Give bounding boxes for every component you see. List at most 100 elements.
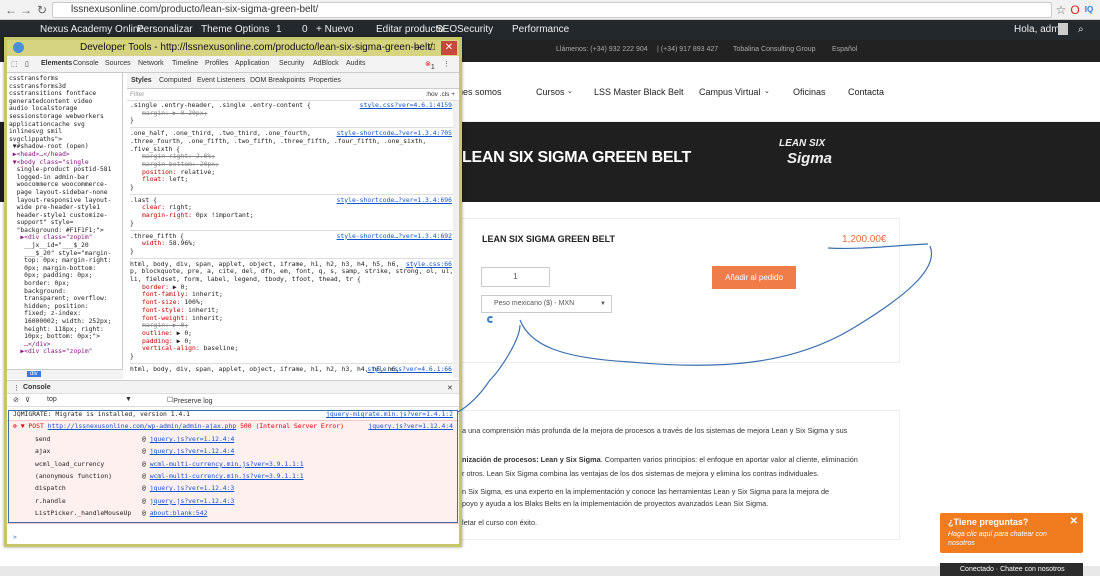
dom-node-line[interactable]: csstransforms3d <box>9 83 120 91</box>
search-icon[interactable]: ⌕ <box>1078 24 1084 35</box>
opera-icon[interactable]: O <box>1068 3 1082 17</box>
dom-node-line[interactable]: support" style= <box>9 219 120 227</box>
quantity-input[interactable]: 1 <box>481 267 550 287</box>
personalize-link[interactable]: Personalizar <box>137 24 193 35</box>
css-rule[interactable]: html, body, div, span, applet, object, i… <box>130 261 456 361</box>
css-property[interactable]: margin-right: 2.6%; <box>130 153 456 161</box>
close-icon[interactable]: ✕ <box>1070 516 1078 527</box>
more-icon[interactable]: ⋮ <box>443 60 450 68</box>
company-link[interactable]: Tobalina Consulting Group <box>733 46 816 53</box>
avatar[interactable] <box>1058 23 1068 35</box>
updates-count[interactable]: 1 <box>276 24 282 35</box>
css-property[interactable]: width: 58.96%; <box>130 240 456 248</box>
filter-toggles[interactable]: :hov .cls + <box>426 89 455 101</box>
css-property[interactable]: vertical-align: baseline; <box>130 345 456 353</box>
dom-node-line[interactable]: 10px; bottom: 0px;"> <box>9 333 120 341</box>
star-icon[interactable]: ☆ <box>1054 3 1068 17</box>
dom-node-line[interactable]: 16000002; width: 252px; <box>9 318 120 326</box>
dom-node-line[interactable]: top: 0px; margin-right: <box>9 257 120 265</box>
css-rules[interactable]: .single .entry-header, .single .entry-co… <box>127 101 459 378</box>
css-rule[interactable]: .single .entry-header, .single .entry-co… <box>130 102 456 125</box>
filter-icon[interactable]: ⊽ <box>25 396 30 404</box>
tab-audits[interactable]: Audits <box>346 60 365 67</box>
menu-icon[interactable]: ⋮ <box>13 384 20 392</box>
nav-item-quienes[interactable]: nes somos <box>458 87 502 97</box>
dom-node-line[interactable]: applicationcache svg <box>9 121 120 129</box>
dom-node-line[interactable]: border: 0px; <box>9 280 120 288</box>
css-property[interactable]: margin: ▶ 0 20px; <box>130 110 456 118</box>
dom-node-line[interactable]: ▼#shadow-root (open) <box>9 143 120 151</box>
css-rule[interactable]: .last {style-shortcode…?ver=1.3.4:696 cle… <box>130 197 456 228</box>
security-link[interactable]: Security <box>457 24 493 35</box>
css-property[interactable]: border: ▶ 0; <box>130 284 456 292</box>
css-property[interactable]: float: left; <box>130 176 456 184</box>
seo-link[interactable]: SEO <box>436 24 457 35</box>
dom-node-line[interactable]: layout-responsive layout- <box>9 197 120 205</box>
css-property[interactable]: font-size: 100%; <box>130 299 456 307</box>
preserve-log-checkbox[interactable]: ☐ Preserve log <box>167 396 213 405</box>
nav-item-campus[interactable]: Campus Virtual <box>699 87 760 97</box>
css-property[interactable]: clear: right; <box>130 204 456 212</box>
tab-styles[interactable]: Styles <box>131 77 152 84</box>
dom-node-line[interactable]: transparent; overflow: <box>9 295 120 303</box>
dom-node-line[interactable]: generatedcontent video <box>9 98 120 106</box>
css-property[interactable]: margin: ▶ 0; <box>130 322 456 330</box>
maximize-icon[interactable]: □ <box>425 41 439 55</box>
css-source-link[interactable]: style.css?ver=4.6.1:4159 <box>360 102 452 110</box>
site-name-link[interactable]: Nexus Academy Online <box>40 24 144 35</box>
css-property[interactable]: outline: ▶ 0; <box>130 330 456 338</box>
tab-event-listeners[interactable]: Event Listeners <box>197 77 245 84</box>
css-property[interactable]: font-style: inherit; <box>130 307 456 315</box>
dom-node-line[interactable]: hidden; position: <box>9 303 120 311</box>
scrollbar[interactable] <box>453 101 459 378</box>
tab-security[interactable]: Security <box>279 60 304 67</box>
extension-icon[interactable]: IQ <box>1082 3 1096 17</box>
nav-item-contacta[interactable]: Contacta <box>848 87 884 97</box>
css-source-link[interactable]: style-shortcode…?ver=1.3.4:696 <box>337 197 452 205</box>
dom-node-line[interactable]: inlinesvg smil <box>9 128 120 136</box>
dom-node-line[interactable]: ▶<div class="zopim" <box>9 348 120 356</box>
dom-node-line[interactable]: ▶<head>…</head> <box>9 151 120 159</box>
clear-icon[interactable]: ⊘ <box>13 396 19 404</box>
dom-node-line[interactable]: sessionstorage webworkers <box>9 113 120 121</box>
dom-node-line[interactable]: __jx__id="___$_20 <box>9 242 120 250</box>
css-property[interactable]: position: relative; <box>130 169 456 177</box>
dom-node-line[interactable]: ▼<body class="single <box>9 159 120 167</box>
css-property[interactable]: font-family: inherit; <box>130 291 456 299</box>
dom-node-line[interactable]: 0px; margin-bottom: <box>9 265 120 273</box>
comments-count[interactable]: 0 <box>302 24 308 35</box>
error-badge[interactable]: ⊗ 1 <box>425 60 435 71</box>
close-icon[interactable]: ✕ <box>447 384 453 392</box>
forward-icon[interactable]: → <box>19 3 33 17</box>
css-property[interactable]: margin-bottom: 20px; <box>130 161 456 169</box>
add-to-cart-button[interactable]: Añadir al pedido <box>712 266 796 289</box>
performance-link[interactable]: Performance <box>512 24 569 35</box>
tab-sources[interactable]: Sources <box>105 60 131 67</box>
back-icon[interactable]: ← <box>4 3 18 17</box>
styles-filter[interactable]: Filter:hov .cls + <box>127 89 459 101</box>
dom-node-line[interactable]: single-product postid-581 <box>9 166 120 174</box>
reload-icon[interactable]: ↻ <box>35 3 49 17</box>
chat-status-bar[interactable]: Conectado · Chatee con nosotros <box>940 563 1083 576</box>
address-bar[interactable]: lssnexusonline.com/producto/lean-six-sig… <box>52 2 1052 18</box>
dom-node-line[interactable]: audio localstorage <box>9 105 120 113</box>
css-rule[interactable]: .three_fifth {style-shortcode…?ver=1.3.4… <box>130 233 456 256</box>
dom-node-line[interactable]: 0px; padding: 0px; <box>9 272 120 280</box>
device-icon[interactable]: ▯ <box>25 60 29 68</box>
tab-adblock[interactable]: AdBlock <box>313 60 339 67</box>
language-select[interactable]: Español <box>832 46 857 53</box>
dom-node-line[interactable]: svgclippaths"> <box>9 136 120 144</box>
new-link[interactable]: + Nuevo <box>316 24 354 35</box>
tab-timeline[interactable]: Timeline <box>172 60 198 67</box>
chevron-down-icon[interactable]: ▼ <box>125 396 132 403</box>
dom-node-line[interactable]: height: 118px; right: <box>9 326 120 334</box>
tab-profiles[interactable]: Profiles <box>205 60 228 67</box>
nav-item-cursos[interactable]: Cursos <box>536 87 565 97</box>
dom-node-line[interactable]: csstransitions fontface <box>9 90 120 98</box>
css-source-link[interactable]: style.css?ver=4.6.1:66 <box>367 366 452 374</box>
context-select[interactable]: top <box>47 396 57 403</box>
inspect-icon[interactable]: ⬚ <box>11 60 18 68</box>
dom-node-line[interactable]: logged-in admin-bar <box>9 174 120 182</box>
tab-dom-breakpoints[interactable]: DOM Breakpoints <box>250 77 305 84</box>
dom-node-line[interactable]: header-style1 customize- <box>9 212 120 220</box>
